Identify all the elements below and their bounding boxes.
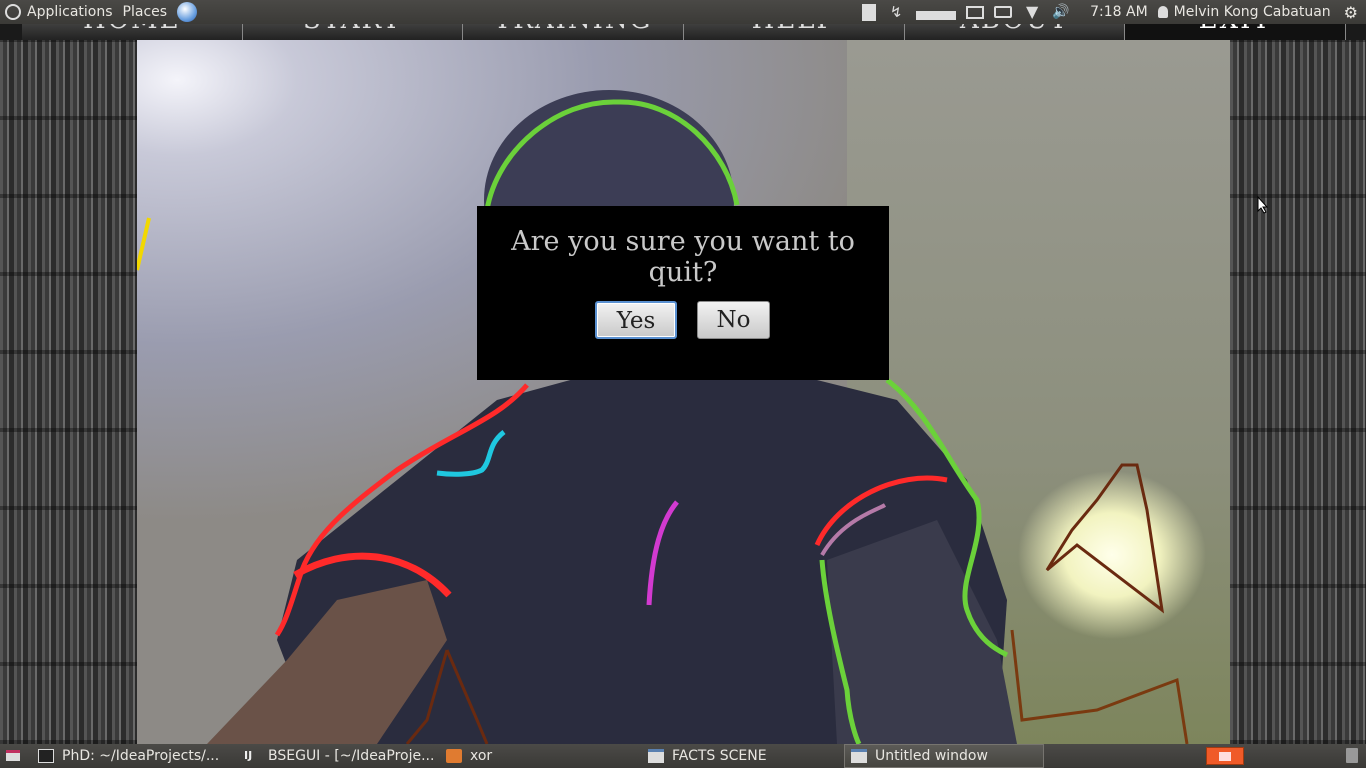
battery-icon[interactable] <box>994 6 1013 18</box>
session-gear-icon[interactable]: ⚙ <box>1336 0 1366 24</box>
workspace-switcher[interactable] <box>1206 747 1244 765</box>
folder-icon <box>446 749 462 763</box>
wifi-icon[interactable]: ▼ <box>1022 4 1042 20</box>
trash-icon[interactable] <box>1346 748 1358 763</box>
applications-menu[interactable]: Applications <box>0 0 118 24</box>
user-menu[interactable]: Melvin Kong Cabatuan <box>1153 0 1336 24</box>
contour-overlay <box>137 90 1189 744</box>
intellij-icon: IJ <box>244 749 253 762</box>
task-label: PhD: ~/IdeaProjects/... <box>62 748 220 764</box>
top-panel: Applications Places ↯ ▼ 🔊 7:18 AM Melvin… <box>0 0 1366 24</box>
terminal-icon <box>38 749 54 763</box>
mail-icon[interactable] <box>966 5 985 19</box>
task-label: Untitled window <box>875 748 988 764</box>
system-monitor-icon[interactable] <box>916 4 957 20</box>
task-label: xor <box>470 748 493 764</box>
task-label: BSEGUI - [~/IdeaProje... <box>268 748 435 764</box>
background-texture-left <box>0 40 137 744</box>
user-icon <box>1157 6 1168 18</box>
browser-launcher[interactable] <box>172 0 202 24</box>
bottom-panel: PhD: ~/IdeaProjects/... IJ BSEGUI - [~/I… <box>0 744 1366 768</box>
mouse-cursor-icon <box>1257 196 1269 214</box>
show-desktop-icon[interactable] <box>6 750 20 761</box>
no-button[interactable]: No <box>697 301 770 339</box>
workspace-window-icon <box>1219 752 1231 761</box>
background-texture-right <box>1230 40 1366 744</box>
clock[interactable]: 7:18 AM <box>1085 0 1153 24</box>
globe-icon <box>177 2 198 22</box>
document-icon[interactable] <box>862 3 877 21</box>
quit-dialog: Are you sure you want to quit? Yes No <box>477 206 889 380</box>
task-xor-folder[interactable]: xor <box>446 744 636 768</box>
lamp-contour <box>1045 463 1165 614</box>
ubuntu-logo-icon <box>5 4 21 20</box>
camera-feed <box>137 40 1230 744</box>
task-phd-terminal[interactable]: PhD: ~/IdeaProjects/... <box>38 744 238 768</box>
task-label: FACTS SCENE <box>672 748 767 764</box>
yellow-contour <box>137 217 151 271</box>
brown-contour-right <box>1010 629 1189 744</box>
quit-message: Are you sure you want to quit? <box>511 226 855 288</box>
applications-label: Applications <box>27 4 113 20</box>
user-name: Melvin Kong Cabatuan <box>1173 4 1331 20</box>
task-bsegui-idea[interactable]: IJ BSEGUI - [~/IdeaProje... <box>244 744 440 768</box>
window-icon <box>648 749 664 763</box>
places-menu[interactable]: Places <box>118 0 173 24</box>
task-untitled-window[interactable]: Untitled window <box>844 744 1044 768</box>
places-label: Places <box>122 4 168 20</box>
yes-button[interactable]: Yes <box>595 301 677 339</box>
task-facts-scene[interactable]: FACTS SCENE <box>648 744 840 768</box>
lightning-icon[interactable]: ↯ <box>886 4 906 20</box>
window-icon <box>851 749 867 763</box>
volume-icon[interactable]: 🔊 <box>1052 4 1072 20</box>
